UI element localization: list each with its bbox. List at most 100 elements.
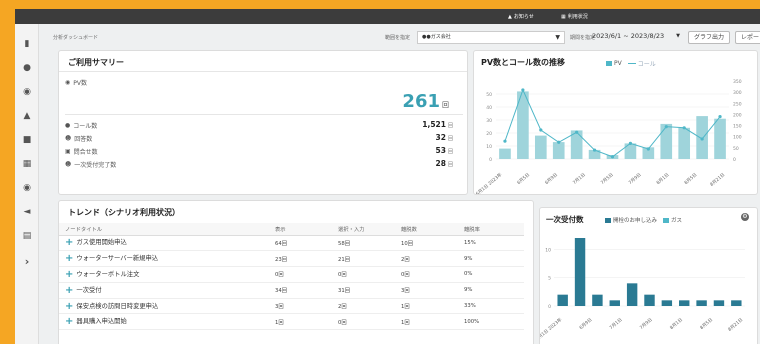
- chat2-icon[interactable]: ◉: [21, 86, 33, 98]
- inquiry-count-row: ▣ 問合せ数: [65, 146, 98, 156]
- first-reception-label: 一次受付完了数: [74, 161, 117, 169]
- legend-label-open: 開栓のお申し込み: [613, 218, 658, 224]
- call-point: [718, 115, 722, 119]
- node-title: ガス使用開始申込: [76, 239, 127, 247]
- y-tick-right: 300: [733, 90, 742, 96]
- report-export-button[interactable]: レポート出力: [735, 31, 760, 44]
- display-cell: 1回: [269, 313, 332, 331]
- y-tick-right: 350: [733, 79, 742, 85]
- x-tick-label: 7月9日: [639, 317, 654, 331]
- y-tick-left: 50: [486, 92, 492, 98]
- chevron-right-icon[interactable]: ›: [21, 256, 33, 268]
- inquiry-count-unit: 回: [447, 149, 453, 155]
- table-row[interactable]: + 保安点検の訪問日時変更申込 3回 2回 1回 33%: [59, 298, 524, 315]
- phone-icon: ●: [65, 121, 71, 129]
- exit-count-cell: 10回: [395, 235, 458, 252]
- reception-bar: [644, 294, 655, 306]
- x-tick-label: 8月21日: [709, 172, 726, 188]
- y-tick-left: 40: [486, 105, 492, 111]
- call-point: [557, 140, 561, 144]
- col-node-title: ノードタイトル: [59, 223, 269, 236]
- pv-value: 261 回: [402, 91, 449, 112]
- location-icon[interactable]: ◉: [21, 182, 33, 194]
- expand-icon[interactable]: +: [65, 285, 73, 296]
- divider: [59, 71, 467, 72]
- y-tick: 10: [545, 247, 551, 253]
- pv-bar: [660, 123, 673, 159]
- analytics-icon[interactable]: ▮: [21, 38, 33, 50]
- trend-title: トレンド（シナリオ利用状況）: [68, 208, 180, 217]
- divider: [65, 114, 463, 115]
- usage-link[interactable]: ▦ 利用状況: [561, 13, 588, 21]
- y-tick: 5: [548, 276, 551, 282]
- node-title-cell: + 保安点検の訪問日時変更申込: [59, 298, 269, 315]
- exit-count-cell: 1回: [395, 313, 458, 331]
- mail-icon: ▣: [65, 147, 71, 155]
- chat-icon[interactable]: ●: [21, 62, 33, 74]
- table-row[interactable]: + ウォーターサーバー新規申込 23回 21回 2回 9%: [59, 250, 524, 268]
- x-tick-label: 8月21日: [727, 317, 744, 333]
- grid-icon: ▦: [561, 13, 566, 20]
- table-row[interactable]: + ウォーターボトル注文 0回 0回 0回 0%: [59, 266, 524, 283]
- pv-chart-title: PV数とコール数の推移: [481, 58, 566, 67]
- node-title-cell: + 器具購入申込開始: [59, 313, 269, 331]
- pv-call-chart: 0 10 20 30 40 50 0 50 100 150 200 250 300 350 6月1日 202…: [474, 79, 742, 194]
- expand-icon[interactable]: +: [65, 253, 73, 264]
- inquiry-count-number: 53: [435, 146, 446, 155]
- display-cell: 23回: [269, 250, 332, 268]
- graduation-icon[interactable]: ▲: [21, 110, 33, 122]
- call-count-row: ● コール数: [65, 120, 97, 130]
- call-count-number: 1,521: [422, 120, 446, 129]
- graph-export-button[interactable]: グラフ出力: [688, 31, 730, 44]
- call-point: [700, 137, 704, 141]
- expand-icon[interactable]: +: [65, 301, 73, 312]
- table-row[interactable]: + 器具購入申込開始 1回 0回 1回 100%: [59, 313, 524, 331]
- app-window: ▲ お知らせ ▦ 利用状況 ▮ ● ◉ ▲ ■ ▦ ◉ ◄ ▤ › 分析ダッシュ…: [15, 9, 760, 344]
- first-reception-chart-card: 一次受付数 開栓のお申し込み ガス ⚙ 0 5 10 6月1日 2023年 6月9日 7月…: [539, 207, 758, 344]
- trend-table: ノードタイトル 表示 選択・入力 離脱数 離脱率 + ガス使用開始申込 64回 5…: [59, 223, 524, 331]
- legend-label-call: コール: [637, 61, 656, 68]
- x-tick-label: 7月5日: [600, 172, 615, 186]
- first-reception-legend: 開栓のお申し込み ガス: [605, 216, 682, 224]
- display-cell: 64回: [269, 235, 332, 252]
- answer-count-number: 32: [435, 133, 446, 142]
- legend-swatch-call: [627, 63, 636, 64]
- notice-link[interactable]: ▲ お知らせ: [508, 13, 534, 21]
- call-point: [682, 126, 686, 130]
- settings-icon[interactable]: ⚙: [741, 213, 749, 221]
- date-range-select[interactable]: 2023/6/1 ~ 2023/8/23 ▼: [588, 31, 682, 44]
- filter-bar: 分析ダッシュボード 範囲を指定 ●●ガス会社 ▼ 期間を指定 2023/6/1 …: [40, 24, 760, 49]
- megaphone-icon[interactable]: ◄: [21, 206, 33, 218]
- display-cell: 34回: [269, 282, 332, 299]
- table-row[interactable]: + ガス使用開始申込 64回 58回 10回 15%: [59, 235, 524, 252]
- expand-icon[interactable]: +: [65, 269, 73, 280]
- inquiry-count-value: 53 回: [436, 146, 453, 155]
- first-reception-row: ☻ 一次受付完了数: [65, 159, 116, 169]
- exit-count-cell: 1回: [395, 298, 458, 315]
- calendar-icon[interactable]: ▦: [21, 158, 33, 170]
- usage-label: 利用状況: [567, 14, 588, 20]
- folder-icon[interactable]: ■: [21, 134, 33, 146]
- pv-bar: [678, 127, 691, 159]
- expand-icon[interactable]: +: [65, 316, 73, 327]
- node-title: ウォーターボトル注文: [76, 270, 140, 278]
- document-icon[interactable]: ▤: [21, 230, 33, 242]
- caret-down-icon: ▼: [676, 33, 680, 39]
- reception-bar: [557, 294, 568, 306]
- call-point: [539, 128, 543, 132]
- x-tick-label: 8月1日: [669, 317, 684, 331]
- company-select[interactable]: ●●ガス会社 ▼: [417, 31, 565, 44]
- exit-count-cell: 0回: [395, 266, 458, 283]
- summary-title: ご利用サマリー: [68, 58, 124, 67]
- select-cell: 58回: [332, 235, 395, 252]
- trend-header-row: ノードタイトル 表示 選択・入力 離脱数 離脱率: [59, 223, 524, 236]
- exit-count-cell: 3回: [395, 282, 458, 299]
- bell-icon: ▲: [508, 13, 512, 20]
- expand-icon[interactable]: +: [65, 237, 73, 248]
- call-point: [503, 139, 507, 143]
- table-row[interactable]: + 一次受付 34回 31回 3回 9%: [59, 282, 524, 299]
- x-tick-label: 6月9日: [544, 172, 559, 186]
- x-tick-label: 6月9日: [578, 317, 593, 331]
- answer-count-value: 32 回: [436, 133, 453, 142]
- reception-bar: [713, 300, 725, 306]
